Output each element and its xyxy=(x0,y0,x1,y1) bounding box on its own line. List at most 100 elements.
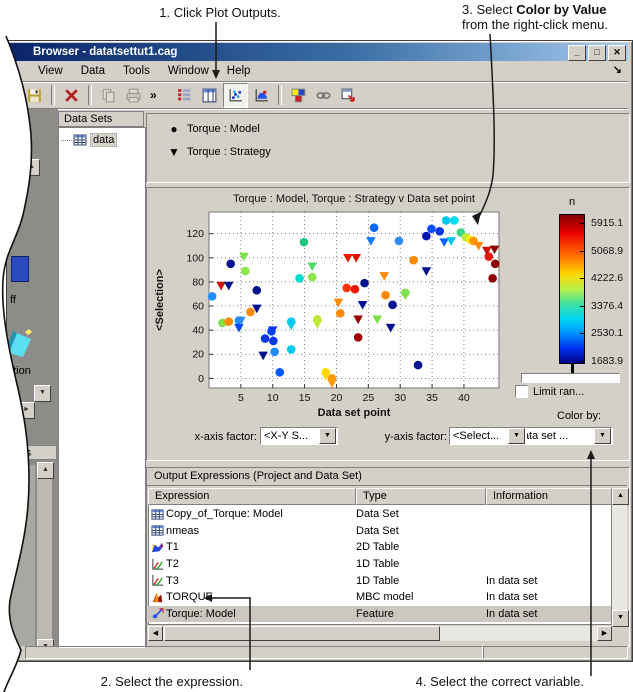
export-data-icon[interactable] xyxy=(337,84,360,107)
horizontal-scrollbar[interactable]: ◀ ▶ xyxy=(148,626,612,641)
scatter-point-model[interactable] xyxy=(226,259,235,269)
scatter-point-model[interactable] xyxy=(335,308,345,318)
close-button[interactable]: ✕ xyxy=(608,45,626,61)
legend-label: Torque : Strategy xyxy=(187,146,271,158)
scatter-point-model[interactable] xyxy=(207,292,217,301)
colorbar-tick-mark xyxy=(580,361,585,362)
menu-view[interactable]: View xyxy=(29,65,72,77)
limit-range-row: Limit ran... xyxy=(515,385,584,398)
scatter-point-model[interactable] xyxy=(342,283,351,293)
column-header-type[interactable]: Type xyxy=(356,488,486,505)
more-buttons-icon[interactable]: » xyxy=(150,88,157,102)
colorbar-tick-label: 5915.1 xyxy=(591,217,624,229)
scatter-point-model[interactable] xyxy=(246,307,255,317)
torn-left-panel: ff ation ▼ ► ects ▲ ▼ ► ▲ xyxy=(7,109,58,646)
table-row[interactable]: Torque: Model Feature In data set xyxy=(148,605,611,623)
colorbar-range-slider[interactable] xyxy=(521,373,620,383)
scatter-point-model[interactable] xyxy=(260,334,270,343)
scatter-point-model[interactable] xyxy=(299,237,309,247)
table-row[interactable]: T2 1D Table xyxy=(148,556,611,573)
scatter-point-model[interactable] xyxy=(381,290,390,300)
limit-range-checkbox[interactable] xyxy=(515,385,528,398)
chevron-down-icon[interactable]: ▼ xyxy=(508,428,525,444)
scroll-right-icon[interactable]: ► xyxy=(18,402,35,419)
scatter-point-model[interactable] xyxy=(369,223,379,232)
dock-arrow-icon[interactable]: ↘ xyxy=(613,63,622,76)
scroll-up-icon[interactable]: ▲ xyxy=(23,159,40,176)
menu-data[interactable]: Data xyxy=(72,65,114,77)
legend-marker-icon: ▼ xyxy=(168,145,180,159)
view-table-icon[interactable] xyxy=(198,84,221,107)
torn-scrollbar-track[interactable] xyxy=(37,477,52,646)
scatter-point-model[interactable] xyxy=(422,231,431,241)
scroll-up-icon[interactable]: ▲ xyxy=(612,488,629,505)
title-bar[interactable]: Browser - datatsettut1.cag _ □ ✕ xyxy=(9,43,628,61)
legend-label: Torque : Model xyxy=(187,123,260,135)
scatter-plot[interactable]: 5 10 15 20 25 30 35 40 0 20 40 60 80 100 120 Data set p… xyxy=(151,194,513,432)
x-axis-factor-dropdown[interactable]: <X-Y S... ▼ xyxy=(260,427,338,445)
plot-surface-icon[interactable] xyxy=(250,84,273,107)
view-list-icon[interactable] xyxy=(173,84,196,107)
data-set-grid-icon xyxy=(151,524,166,537)
table-row[interactable]: T3 1D Table In data set xyxy=(148,572,611,589)
table-row[interactable]: T1 2D Table xyxy=(148,539,611,556)
chevron-down-icon[interactable]: ▼ xyxy=(594,428,611,444)
scatter-point-model[interactable] xyxy=(350,284,360,294)
scrollbar-thumb[interactable] xyxy=(164,626,440,641)
plot-outputs-icon[interactable] xyxy=(222,82,248,108)
scatter-point-model[interactable] xyxy=(275,368,285,377)
scatter-point-model[interactable] xyxy=(488,274,497,283)
scatter-point-model[interactable] xyxy=(224,317,234,326)
y-axis-factor-dropdown[interactable]: <Select... ▼ xyxy=(449,427,527,445)
menu-help[interactable]: Help xyxy=(218,65,260,77)
scatter-point-model[interactable] xyxy=(286,345,296,354)
delete-icon[interactable] xyxy=(60,84,83,107)
scatter-point-model[interactable] xyxy=(269,336,278,346)
scatter-point-model[interactable] xyxy=(241,266,250,276)
column-header-information[interactable]: Information xyxy=(486,488,612,505)
scroll-up-icon[interactable]: ▲ xyxy=(37,462,54,479)
x-tick-label: 30 xyxy=(394,392,406,404)
color-by-value-icon[interactable] xyxy=(287,84,310,107)
scatter-point-model[interactable] xyxy=(441,216,451,225)
table-row[interactable]: TORQUE MBC model In data set xyxy=(148,589,611,606)
data-set-grid-icon xyxy=(151,508,166,521)
tree-item-label: data xyxy=(90,133,118,147)
vertical-scrollbar[interactable] xyxy=(612,505,627,625)
scroll-left-icon[interactable]: ◀ xyxy=(148,626,163,641)
scatter-point-model[interactable] xyxy=(353,333,363,342)
expression-table-body: Copy_of_Torque: Model Data Set nmeas Data S… xyxy=(148,506,611,623)
minimize-button[interactable]: _ xyxy=(568,45,586,61)
colorbar-tick-label: 5068.9 xyxy=(591,244,624,257)
scatter-point-model[interactable] xyxy=(360,278,369,288)
scatter-point-model[interactable] xyxy=(295,274,304,283)
save-icon[interactable] xyxy=(23,84,46,107)
scatter-point-model[interactable] xyxy=(484,252,494,261)
column-header-expression[interactable]: Expression xyxy=(148,488,356,505)
feature-icon xyxy=(151,607,166,620)
tree-item-data[interactable]: data xyxy=(61,132,145,148)
scatter-point-model[interactable] xyxy=(427,224,436,234)
scatter-point-model[interactable] xyxy=(252,286,262,295)
table-row[interactable]: nmeas Data Set xyxy=(148,523,611,540)
scatter-point-model[interactable] xyxy=(409,255,418,265)
expression-cell: nmeas xyxy=(166,524,200,537)
scroll-down-icon[interactable]: ▼ xyxy=(612,610,629,627)
scroll-right-icon[interactable]: ▶ xyxy=(597,626,612,641)
scatter-point-model[interactable] xyxy=(450,216,459,225)
maximize-button[interactable]: □ xyxy=(588,45,606,61)
scatter-point-model[interactable] xyxy=(490,259,500,269)
scatter-point-model[interactable] xyxy=(388,300,397,310)
chevron-down-icon[interactable]: ▼ xyxy=(319,428,336,444)
table-row[interactable]: Copy_of_Torque: Model Data Set xyxy=(148,506,611,523)
scatter-point-model[interactable] xyxy=(307,272,317,282)
scatter-point-model[interactable] xyxy=(413,360,423,370)
scroll-down-icon[interactable]: ▼ xyxy=(34,385,51,402)
link-icon[interactable] xyxy=(312,84,335,107)
menu-tools[interactable]: Tools xyxy=(114,65,159,77)
torn-surface-icon xyxy=(7,327,33,360)
scatter-point-model[interactable] xyxy=(435,226,445,236)
scatter-point-model[interactable] xyxy=(270,347,279,357)
menu-window[interactable]: Window xyxy=(159,65,218,77)
scatter-point-model[interactable] xyxy=(394,236,404,246)
